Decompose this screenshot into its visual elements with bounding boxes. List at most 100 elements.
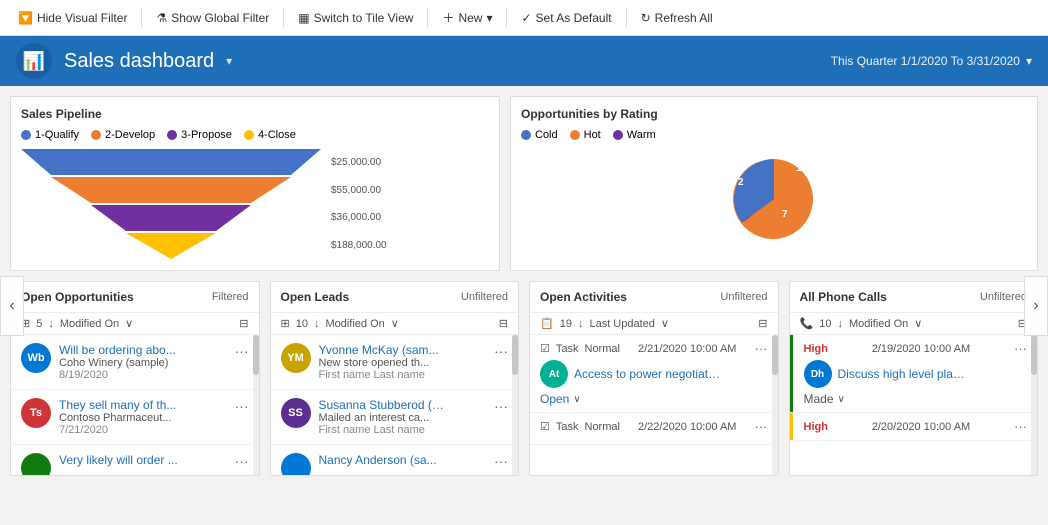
warm-label: Warm <box>627 129 656 141</box>
activity-item-2[interactable]: ☑ Task Normal 2/22/2020 10:00 AM ··· <box>530 413 778 445</box>
cold-label: Cold <box>535 129 558 141</box>
phone-card-title: All Phone Calls <box>800 290 887 304</box>
activity-type-2: ☑ Task Normal <box>540 420 620 433</box>
phone-more-2[interactable]: ··· <box>1014 419 1027 434</box>
switch-tile-label: Switch to Tile View <box>314 11 414 25</box>
activities-card-controls: 📋 19 ↓ Last Updated ∨ ⊟ <box>530 313 778 335</box>
leads-sort-label[interactable]: Modified On <box>325 318 384 330</box>
opp-card-list: Wb Will be ordering abo... Coho Winery (… <box>11 335 259 475</box>
phone-sort-chevron[interactable]: ∨ <box>914 317 922 330</box>
phone-bar-2 <box>790 413 793 440</box>
toolbar: 🔽 Hide Visual Filter ⚗ Show Global Filte… <box>0 0 1048 36</box>
warm-dot <box>613 130 623 140</box>
activity-datetime-2: 2/22/2020 10:00 AM <box>638 421 736 433</box>
phone-scrollbar[interactable] <box>1031 335 1037 475</box>
show-global-filter-button[interactable]: ⚗ Show Global Filter <box>148 7 277 29</box>
date-range-label: This Quarter 1/1/2020 To 3/31/2020 <box>831 54 1020 68</box>
hot-dot <box>570 130 580 140</box>
date-range-chevron-icon[interactable]: ▾ <box>1026 54 1032 68</box>
title-chevron-icon[interactable]: ▾ <box>226 54 232 68</box>
switch-tile-view-button[interactable]: ▦ Switch to Tile View <box>290 7 421 29</box>
activity-status-chevron-1[interactable]: ∨ <box>573 394 580 405</box>
refresh-all-button[interactable]: ↻ Refresh All <box>633 7 721 29</box>
activity-item-1[interactable]: ☑ Task Normal 2/21/2020 10:00 AM ··· At … <box>530 335 778 413</box>
leads-scrollbar[interactable] <box>512 335 518 475</box>
funnel-label-3: $36,000.00 <box>331 212 387 223</box>
new-button[interactable]: ＋ New ▾ <box>434 5 500 30</box>
legend-close: 4-Close <box>244 129 296 141</box>
leads-filter-icon[interactable]: ⊟ <box>499 317 508 330</box>
activities-sort-icon[interactable]: ↓ <box>578 318 584 330</box>
leads-more-1[interactable]: ··· <box>494 343 508 359</box>
leads-card-list: YM Yvonne McKay (sam... New store opened… <box>271 335 519 475</box>
opp-sort-chevron[interactable]: ∨ <box>125 317 133 330</box>
leads-card-badge: Unfiltered <box>461 291 508 303</box>
hide-visual-filter-button[interactable]: 🔽 Hide Visual Filter <box>10 7 135 29</box>
leads-avatar-3 <box>281 453 311 475</box>
phone-status-chevron-1[interactable]: ∨ <box>838 394 845 405</box>
funnel-chart <box>21 149 321 259</box>
opp-sort-label[interactable]: Modified On <box>60 318 119 330</box>
opp-more-3[interactable]: ··· <box>235 453 249 469</box>
opp-title-3: Very likely will order ... <box>59 453 249 467</box>
opp-date-1: 8/19/2020 <box>59 369 249 381</box>
phone-bar-1 <box>790 335 793 412</box>
phone-item-2[interactable]: High 2/20/2020 10:00 AM ··· <box>790 413 1038 441</box>
opp-subtitle-1: Coho Winery (sample) <box>59 357 249 369</box>
phone-status-row-1: Made ∨ <box>804 392 1028 406</box>
leads-item-1[interactable]: YM Yvonne McKay (sam... New store opened… <box>271 335 519 390</box>
new-icon: ＋ <box>442 9 454 26</box>
qualify-dot <box>21 130 31 140</box>
phone-row-1: Dh Discuss high level plans for f... <box>804 360 1028 388</box>
phone-more-1[interactable]: ··· <box>1014 341 1027 356</box>
phone-priority-2: High <box>804 421 828 433</box>
set-default-button[interactable]: ✓ Set As Default <box>513 7 619 29</box>
phone-sort-label[interactable]: Modified On <box>849 318 908 330</box>
activities-sort-label[interactable]: Last Updated <box>589 318 654 330</box>
phone-scroll-thumb <box>1031 335 1037 375</box>
leads-more-2[interactable]: ··· <box>494 398 508 414</box>
opp-sort-icon[interactable]: ↓ <box>48 318 54 330</box>
leads-sort-chevron[interactable]: ∨ <box>391 317 399 330</box>
opp-more-1[interactable]: ··· <box>235 343 249 359</box>
toolbar-divider-3 <box>427 8 428 28</box>
hide-visual-filter-label: Hide Visual Filter <box>37 11 127 25</box>
opp-item-3[interactable]: Very likely will order ... ··· <box>11 445 259 475</box>
opp-filter-icon[interactable]: ⊟ <box>239 317 248 330</box>
opp-avatar-2: Ts <box>21 398 51 428</box>
opp-card-controls: ⊞ 5 ↓ Modified On ∨ ⊟ <box>11 313 259 335</box>
leads-sort-icon[interactable]: ↓ <box>314 318 320 330</box>
phone-datetime-2: 2/20/2020 10:00 AM <box>872 421 970 433</box>
phone-status-1: Made <box>804 392 834 406</box>
leads-more-3[interactable]: ··· <box>494 453 508 469</box>
phone-meta-2: High 2/20/2020 10:00 AM ··· <box>804 419 1028 434</box>
opp-item-1[interactable]: Wb Will be ordering abo... Coho Winery (… <box>11 335 259 390</box>
opp-item-2[interactable]: Ts They sell many of th... Contoso Pharm… <box>11 390 259 445</box>
leads-grid-icon: ⊞ <box>281 317 290 330</box>
opp-scrollbar[interactable] <box>253 335 259 475</box>
phone-item-1[interactable]: High 2/19/2020 10:00 AM ··· Dh Discuss h… <box>790 335 1038 413</box>
nav-arrow-left[interactable]: ‹ <box>0 276 24 336</box>
phone-sort-icon[interactable]: ↓ <box>837 318 843 330</box>
logo-icon: 📊 <box>23 51 45 72</box>
cards-row: Open Opportunities Filtered ⊞ 5 ↓ Modifi… <box>10 281 1038 476</box>
activities-scrollbar[interactable] <box>772 335 778 475</box>
toolbar-divider-4 <box>506 8 507 28</box>
activities-sort-chevron[interactable]: ∨ <box>661 317 669 330</box>
close-label: 4-Close <box>258 129 296 141</box>
phone-icon: 📞 <box>800 317 814 330</box>
leads-item-2[interactable]: SS Susanna Stubberod (… Mailed an intere… <box>271 390 519 445</box>
activity-more-1[interactable]: ··· <box>754 341 767 356</box>
leads-item-3[interactable]: Nancy Anderson (sa... ··· <box>271 445 519 475</box>
nav-arrow-right[interactable]: › <box>1024 276 1048 336</box>
activity-status-1: Open <box>540 392 569 406</box>
leads-card-controls: ⊞ 10 ↓ Modified On ∨ ⊟ <box>271 313 519 335</box>
funnel-label-2: $55,000.00 <box>331 185 387 196</box>
open-opportunities-card: Open Opportunities Filtered ⊞ 5 ↓ Modifi… <box>10 281 260 476</box>
activities-filter-icon[interactable]: ⊟ <box>758 317 767 330</box>
leads-title-2: Susanna Stubberod (… <box>319 398 509 412</box>
opp-content-2: They sell many of th... Contoso Pharmace… <box>59 398 249 436</box>
activity-more-2[interactable]: ··· <box>754 419 767 434</box>
opp-more-2[interactable]: ··· <box>235 398 249 414</box>
opp-subtitle-2: Contoso Pharmaceut... <box>59 412 249 424</box>
